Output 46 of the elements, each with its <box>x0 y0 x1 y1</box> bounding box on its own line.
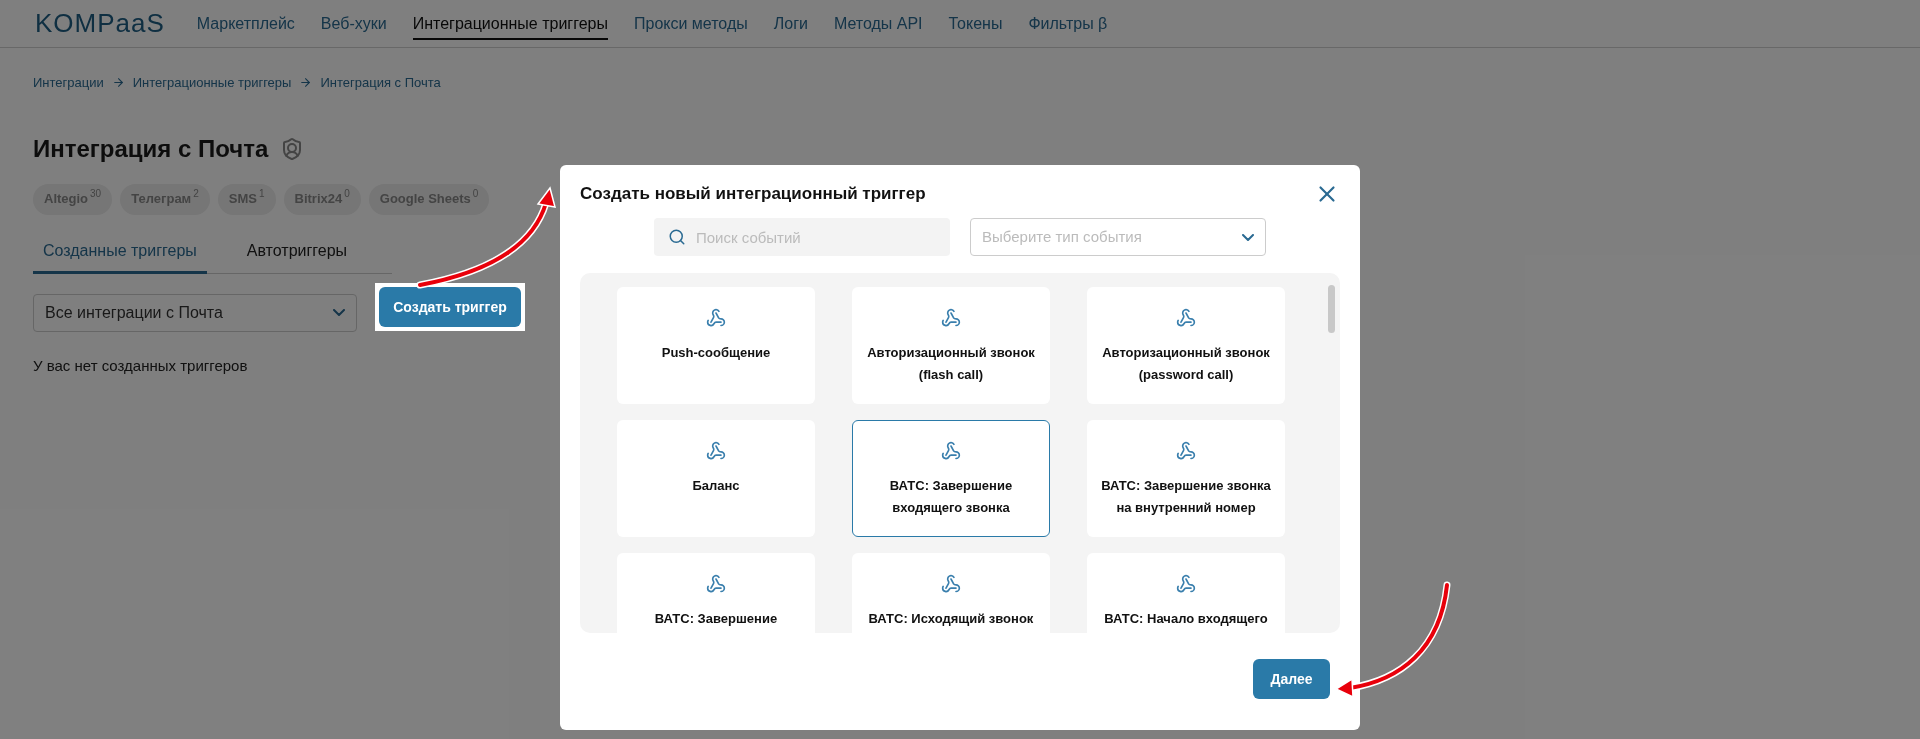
event-card[interactable]: ВАТС: Завершение <box>617 553 815 633</box>
breadcrumb-arrow-icon <box>111 76 125 90</box>
event-card[interactable]: Авторизационный звонок (flash call) <box>852 287 1050 404</box>
breadcrumb-link[interactable]: Интеграция с Почта <box>320 73 441 93</box>
webhook-icon <box>1176 308 1196 328</box>
modal-title: Создать новый интеграционный триггер <box>580 183 926 206</box>
chevron-down-icon <box>1242 233 1254 241</box>
webhook-icon <box>1176 574 1196 594</box>
nav-link[interactable]: Интеграционные триггеры <box>412 11 608 40</box>
nav-link[interactable]: Маркетплейс <box>196 11 295 40</box>
nav-link[interactable]: Прокси методы <box>634 11 748 40</box>
nav-link[interactable]: Токены <box>948 11 1003 40</box>
create-trigger-button[interactable]: Создать триггер <box>379 287 521 327</box>
event-card[interactable]: ВАТС: Исходящий звонок <box>852 553 1050 633</box>
webhook-icon <box>706 441 726 461</box>
event-card[interactable]: Авторизационный звонок (password call) <box>1087 287 1285 404</box>
page-title: Интеграция с Почта <box>33 133 269 164</box>
webhook-icon <box>1176 441 1196 461</box>
tab[interactable]: Созданные триггеры <box>33 238 207 274</box>
event-card[interactable]: ВАТС: Начало входящего <box>1087 553 1285 633</box>
search-icon <box>668 228 686 246</box>
event-card[interactable]: Push-сообщение <box>617 287 815 404</box>
webhook-icon <box>941 308 961 328</box>
integration-select[interactable]: Все интеграции с Почта <box>33 293 357 332</box>
event-card[interactable]: ВАТС: Завершение входящего звонка <box>852 420 1050 537</box>
empty-message: У вас нет созданных триггеров <box>33 355 248 376</box>
event-type-select[interactable]: Выберите тип события <box>970 218 1266 256</box>
webhook-icon <box>941 574 961 594</box>
webhook-icon <box>706 574 726 594</box>
nav-link[interactable]: Фильтры β <box>1028 11 1108 40</box>
search-field[interactable]: Поиск событий <box>654 218 950 256</box>
nav-link[interactable]: Логи <box>773 11 808 40</box>
event-card[interactable]: ВАТС: Завершение звонка на внутренний номер <box>1087 420 1285 537</box>
next-button[interactable]: Далее <box>1253 659 1330 699</box>
breadcrumb-link[interactable]: Интеграционные триггеры <box>132 73 292 93</box>
nav-link[interactable]: Методы API <box>833 11 923 40</box>
tab[interactable]: Автотриггеры <box>236 238 358 274</box>
webhook-icon <box>941 441 961 461</box>
breadcrumb-link[interactable]: Интеграции <box>33 73 104 93</box>
webhook-icon <box>706 308 726 328</box>
logo[interactable]: KOMPaaS <box>35 4 165 43</box>
nav-link[interactable]: Веб-хуки <box>320 11 387 40</box>
scrollbar[interactable] <box>1328 285 1335 333</box>
breadcrumb-arrow-icon <box>299 76 313 90</box>
event-card[interactable]: Баланс <box>617 420 815 537</box>
chevron-down-icon <box>333 309 345 316</box>
